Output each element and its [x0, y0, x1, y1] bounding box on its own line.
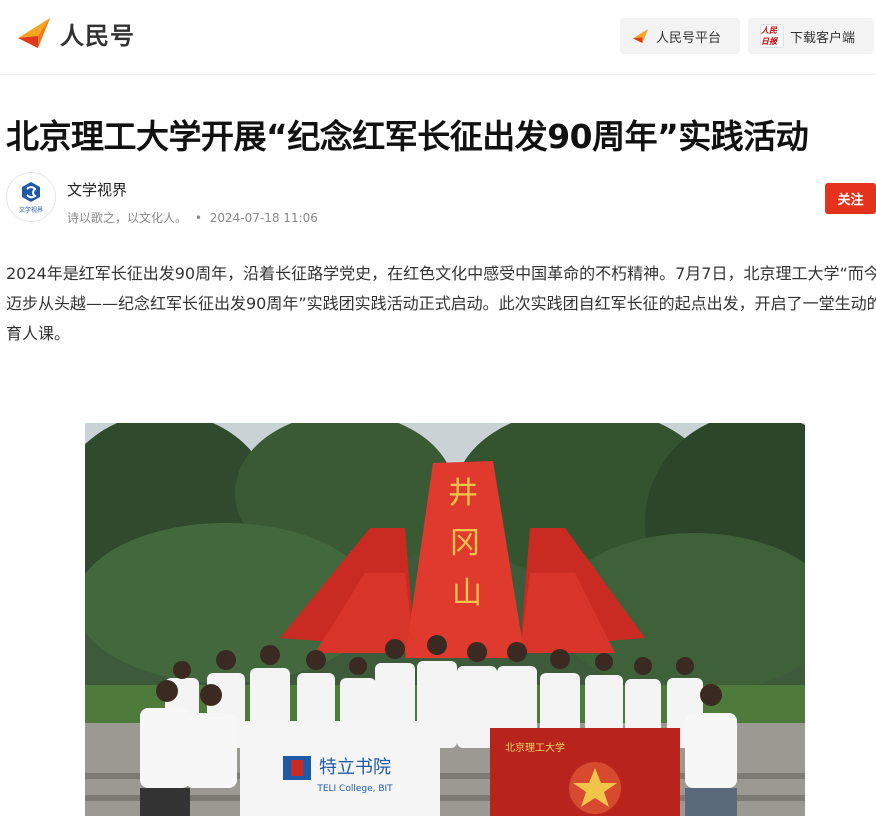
author-avatar[interactable]: 文学视界	[6, 172, 56, 222]
platform-button[interactable]: 人民号平台	[620, 18, 740, 54]
publish-date: 2024-07-18 11:06	[209, 211, 318, 225]
meta-separator: •	[194, 211, 202, 225]
author-logo-icon	[22, 182, 40, 202]
platform-label: 人民号平台	[656, 30, 722, 46]
download-label: 下载客户端	[790, 30, 856, 46]
author-name[interactable]: 文学视界	[67, 179, 127, 200]
logo-icon	[18, 18, 50, 48]
follow-button[interactable]: 关注	[825, 183, 876, 214]
monument-char-1: 井	[448, 476, 478, 511]
author-meta: 诗以歌之，以文化人。 • 2024-07-18 11:06	[67, 209, 318, 226]
author-bio: 诗以歌之，以文化人。	[67, 211, 188, 225]
article-photo: 井 冈 山 特立书院 TELI College, BIT 北京理工大学	[85, 423, 805, 816]
college-emblem-icon	[283, 756, 311, 780]
top-bar: 人民号 人民号平台 人民日报 下载客户端	[0, 0, 876, 75]
site-logo[interactable]: 人民号	[16, 16, 135, 50]
banner-left-cn: 特立书院	[319, 757, 391, 778]
article-title: 北京理工大学开展“纪念红军长征出发90周年”实践活动	[6, 117, 809, 156]
people-daily-icon: 人民日报	[760, 24, 784, 48]
avatar-caption: 文学视界	[18, 207, 43, 214]
platform-icon	[633, 28, 649, 44]
logo-text: 人民号	[60, 21, 135, 50]
article-paragraph: 2024年是红军长征出发90周年，沿着长征路学党史，在红色文化中感受中国革命的不…	[6, 264, 876, 343]
monument-char-3: 山	[452, 576, 482, 611]
banner-left-en: TELI College, BIT	[316, 784, 393, 794]
monument-char-2: 冈	[450, 526, 480, 561]
banner-right-cn: 北京理工大学	[505, 741, 565, 754]
download-app-button[interactable]: 人民日报 下载客户端	[748, 18, 874, 54]
